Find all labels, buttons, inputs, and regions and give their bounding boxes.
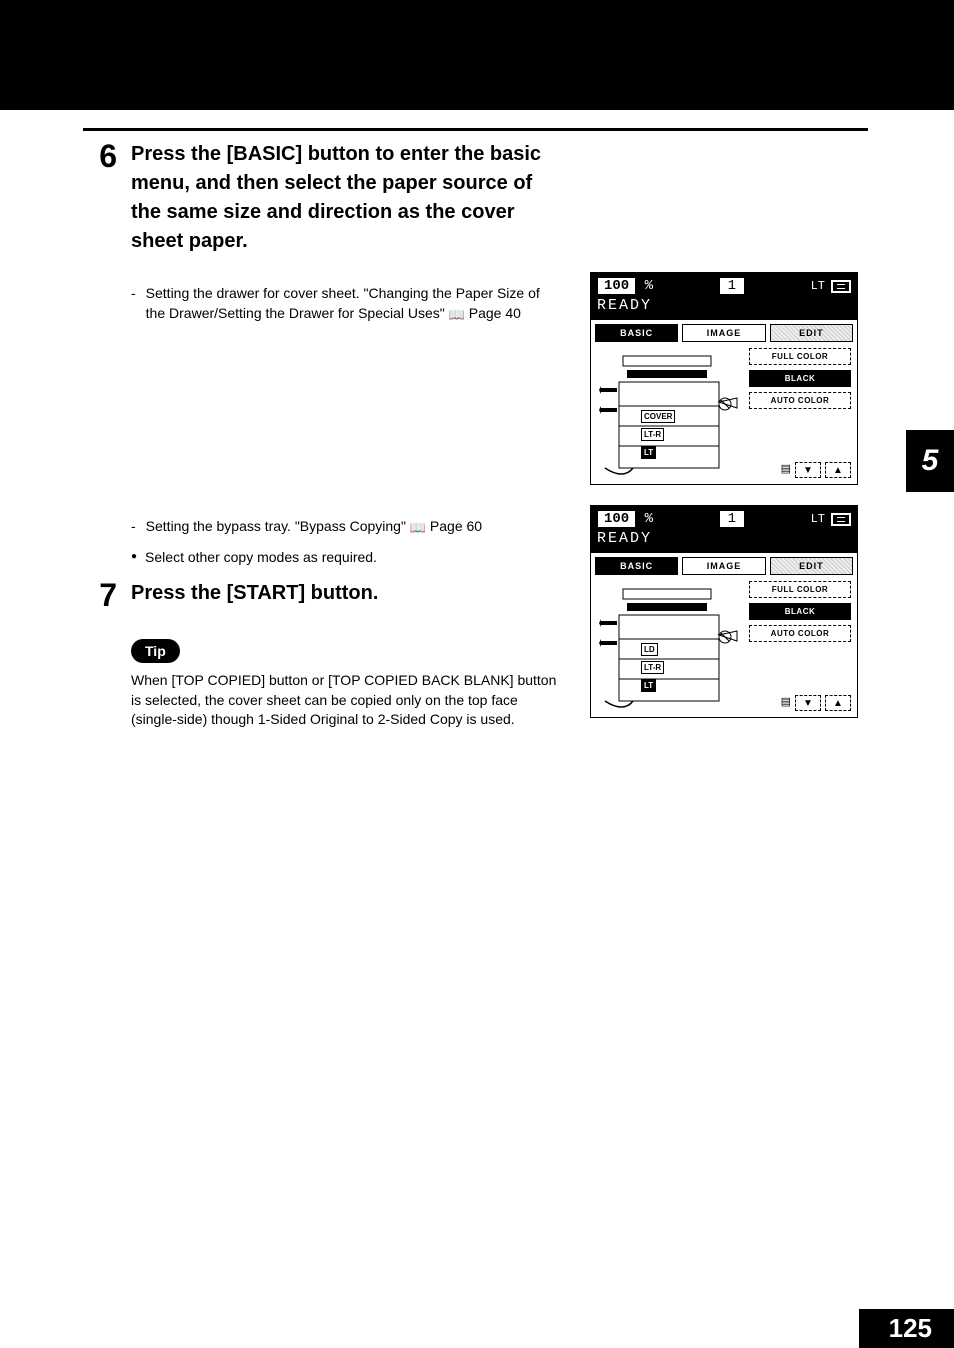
arrow-down-button[interactable]: ▼ — [795, 462, 821, 478]
step-7: 7 Press the [START] button. — [95, 579, 590, 611]
tab-basic[interactable]: BASIC — [595, 324, 678, 342]
book-icon: 📖 — [410, 519, 426, 537]
status-ready: READY — [597, 530, 851, 547]
step-number: 7 — [95, 579, 117, 611]
arrow-down-button[interactable]: ▼ — [795, 695, 821, 711]
quantity-value: 1 — [719, 277, 745, 295]
tab-image[interactable]: IMAGE — [682, 557, 765, 575]
drawer-label-3: LT — [641, 446, 656, 459]
percent-label: % — [645, 278, 653, 294]
screen-panel-a: 100 % 1 LT READY BASIC IMAGE EDIT — [590, 272, 858, 485]
device-illustration: COVER LT-R LT — [597, 348, 745, 478]
ratio-value: 100 — [597, 510, 636, 528]
step-title: Press the [START] button. — [131, 579, 378, 608]
percent-label: % — [645, 511, 653, 527]
page-content: 6 Press the [BASIC] button to enter the … — [95, 140, 858, 730]
paper-size-display: LT — [811, 512, 851, 526]
page-number: 125 — [859, 1309, 954, 1348]
step6-note1: - Setting the drawer for cover sheet. "C… — [131, 284, 551, 324]
black-button[interactable]: BLACK — [749, 370, 851, 387]
bypass-icon: ▤ — [781, 462, 791, 478]
drawer-label-2: LT-R — [641, 428, 664, 441]
drawer-label-1: COVER — [641, 410, 675, 423]
auto-color-button[interactable]: AUTO COLOR — [749, 392, 851, 409]
tab-edit[interactable]: EDIT — [770, 557, 853, 575]
device-illustration: LD LT-R LT — [597, 581, 745, 711]
black-button[interactable]: BLACK — [749, 603, 851, 620]
ratio-group: 100 % — [597, 511, 653, 527]
horizontal-rule — [83, 128, 868, 131]
bullet-text: Select other copy modes as required. — [145, 549, 377, 565]
bypass-icon: ▤ — [781, 695, 791, 711]
arrow-up-button[interactable]: ▲ — [825, 695, 851, 711]
drawer-label-1: LD — [641, 643, 658, 656]
tab-image[interactable]: IMAGE — [682, 324, 765, 342]
dash-icon: - — [131, 284, 136, 304]
status-ready: READY — [597, 297, 851, 314]
step-title: Press the [BASIC] button to enter the ba… — [131, 140, 551, 256]
orientation-icon — [831, 280, 851, 293]
orientation-icon — [831, 513, 851, 526]
tab-edit[interactable]: EDIT — [770, 324, 853, 342]
note-text: Setting the drawer for cover sheet. "Cha… — [146, 284, 551, 324]
drawer-label-3: LT — [641, 679, 656, 692]
panel-header: 100 % 1 LT READY — [591, 506, 857, 553]
page-header-band — [0, 0, 954, 110]
bullet-icon: ● — [131, 549, 137, 565]
auto-color-button[interactable]: AUTO COLOR — [749, 625, 851, 642]
ratio-group: 100 % — [597, 278, 653, 294]
tabs: BASIC IMAGE EDIT — [591, 553, 857, 575]
section-tab: 5 — [906, 430, 954, 492]
step-number: 6 — [95, 140, 117, 172]
arrow-up-button[interactable]: ▲ — [825, 462, 851, 478]
paper-size-display: LT — [811, 279, 851, 293]
ratio-value: 100 — [597, 277, 636, 295]
quantity-value: 1 — [719, 510, 745, 528]
book-icon: 📖 — [449, 306, 465, 324]
dash-icon: - — [131, 517, 136, 537]
tip-text: When [TOP COPIED] button or [TOP COPIED … — [131, 671, 561, 730]
step-6: 6 Press the [BASIC] button to enter the … — [95, 140, 858, 256]
step6-note2: - Setting the bypass tray. "Bypass Copyi… — [131, 517, 551, 537]
drawer-label-2: LT-R — [641, 661, 664, 674]
tab-basic[interactable]: BASIC — [595, 557, 678, 575]
panel-header: 100 % 1 LT READY — [591, 273, 857, 320]
full-color-button[interactable]: FULL COLOR — [749, 581, 851, 598]
step6-bullet: ● Select other copy modes as required. — [131, 549, 590, 565]
screen-panel-b: 100 % 1 LT READY BASIC IMAGE EDIT — [590, 505, 858, 718]
tip-badge: Tip — [131, 639, 180, 663]
full-color-button[interactable]: FULL COLOR — [749, 348, 851, 365]
tabs: BASIC IMAGE EDIT — [591, 320, 857, 342]
note-text: Setting the bypass tray. "Bypass Copying… — [146, 517, 482, 537]
